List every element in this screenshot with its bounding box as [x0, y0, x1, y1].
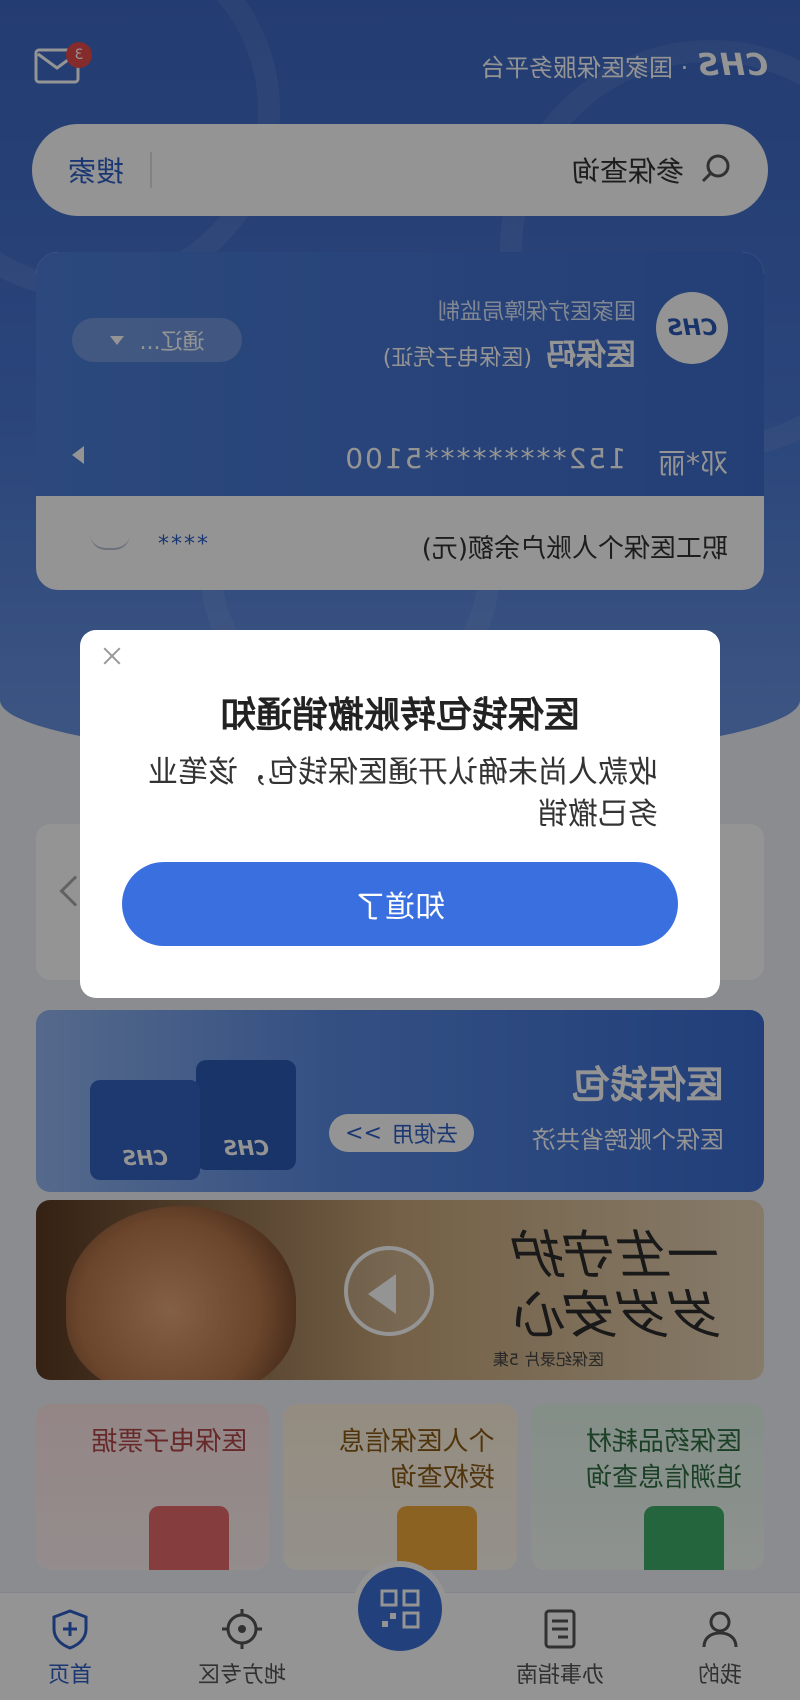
dialog-message: 收款人尚未确认开通医保钱包，该笔业务已撤销	[148, 755, 658, 832]
dialog-title: 医保钱包转账撤销通知	[220, 695, 581, 736]
close-icon[interactable]	[100, 644, 124, 668]
notification-dialog: 医保钱包转账撤销通知 收款人尚未确认开通医保钱包，该笔业务已撤销 知道了	[80, 630, 720, 998]
acknowledge-button[interactable]: 知道了	[122, 862, 678, 946]
